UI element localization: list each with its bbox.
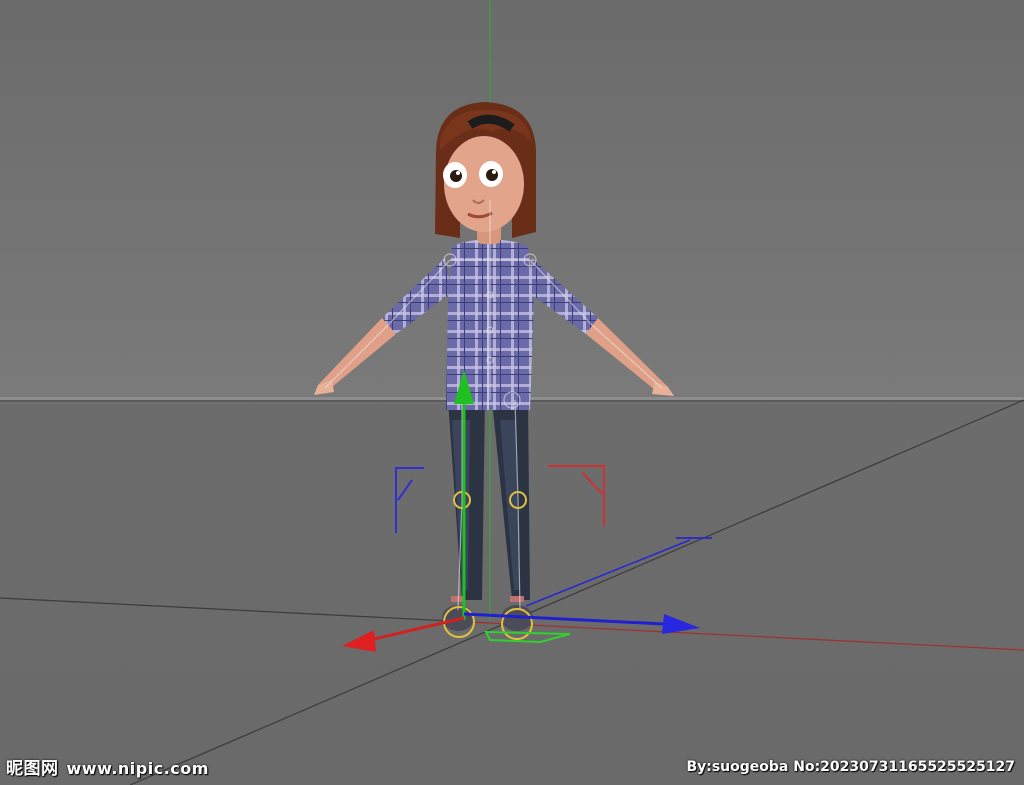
gizmo-z-axis-handle[interactable] <box>463 612 665 626</box>
ground-plane-control[interactable] <box>484 630 571 644</box>
bounding-bracket-left <box>395 467 424 533</box>
watermark-site: www.nipic.com <box>66 759 209 778</box>
character-model[interactable] <box>314 102 674 631</box>
viewport-scene[interactable] <box>0 0 1024 785</box>
watermark-brand: 昵图网 www.nipic.com <box>6 754 209 779</box>
gizmo-z-arrow-icon[interactable] <box>662 614 700 634</box>
gizmo-x-arrow-icon[interactable] <box>342 630 376 652</box>
watermark-credit: By:suogeoba No:20230731165525525127 <box>686 759 1015 775</box>
bounding-bracket-right <box>548 465 605 526</box>
3d-viewport[interactable]: 昵图网 www.nipic.com By:suogeoba No:20230731… <box>0 0 1024 785</box>
watermark-brand-text: 昵图网 <box>6 759 59 779</box>
